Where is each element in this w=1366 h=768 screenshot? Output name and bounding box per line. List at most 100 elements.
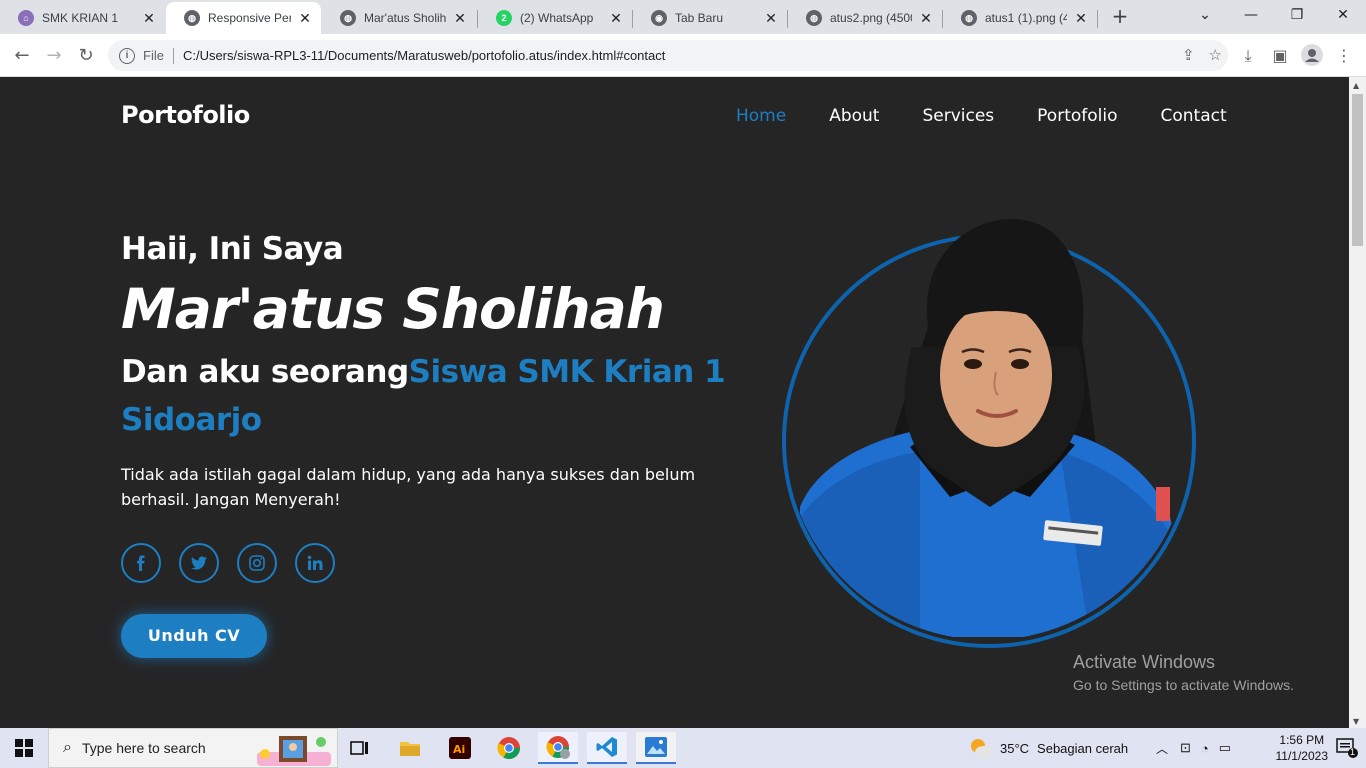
profile-avatar-icon[interactable] bbox=[1300, 44, 1324, 68]
tab-title: Mar'atus Sholiha bbox=[364, 11, 446, 25]
taskbar-search-box[interactable]: ⌕ Type here to search bbox=[48, 728, 338, 768]
instagram-link[interactable] bbox=[237, 543, 277, 583]
twitter-link[interactable] bbox=[179, 543, 219, 583]
restore-button[interactable]: ❐ bbox=[1274, 0, 1320, 32]
notification-center-button[interactable]: 1 bbox=[1336, 738, 1358, 758]
scroll-down-arrow-icon[interactable]: ▼ bbox=[1353, 717, 1359, 726]
nav-home[interactable]: Home bbox=[736, 106, 786, 126]
adobe-illustrator-icon: Ai bbox=[449, 737, 471, 759]
show-hidden-icons-icon[interactable]: ︿ bbox=[1156, 740, 1168, 757]
side-panel-icon[interactable]: ▣ bbox=[1268, 44, 1292, 68]
clock-date: 11/1/2023 bbox=[1275, 749, 1329, 763]
bookmark-star-icon[interactable]: ☆ bbox=[1209, 46, 1222, 64]
illustrator-button[interactable]: Ai bbox=[440, 732, 480, 764]
chrome-profile-icon bbox=[546, 736, 570, 759]
globe-icon: ◍ bbox=[184, 10, 200, 26]
close-icon[interactable]: ✕ bbox=[141, 10, 157, 27]
tab-maratus[interactable]: ◍ Mar'atus Sholiha ✕ bbox=[322, 2, 476, 34]
site-info-icon[interactable]: i bbox=[119, 47, 135, 64]
divider bbox=[172, 47, 174, 64]
vscode-button[interactable] bbox=[587, 732, 627, 764]
menu-kebab-icon[interactable]: ⋮ bbox=[1332, 44, 1356, 68]
clock-time: 1:56 PM bbox=[1279, 733, 1325, 747]
tab-search-button[interactable]: ⌄ bbox=[1182, 0, 1228, 32]
close-icon[interactable]: ✕ bbox=[608, 10, 624, 27]
tab-responsive-personal[interactable]: ◍ Responsive Pers ✕ bbox=[166, 2, 321, 34]
tab-title: Responsive Pers bbox=[208, 11, 291, 25]
chrome-profile-button[interactable] bbox=[538, 732, 578, 764]
forward-button[interactable]: → bbox=[40, 42, 68, 70]
back-button[interactable]: ← bbox=[8, 42, 36, 70]
tab-whatsapp[interactable]: 2 (2) WhatsApp ✕ bbox=[478, 2, 632, 34]
reload-button[interactable]: ↻ bbox=[72, 42, 100, 70]
nav-services[interactable]: Services bbox=[922, 106, 994, 126]
tab-smk-krian[interactable]: ⌂ SMK KRIAN 1 ✕ bbox=[0, 2, 165, 34]
taskbar-clock[interactable]: 1:56 PM 11/1/2023 bbox=[1276, 732, 1329, 764]
profile-photo bbox=[800, 218, 1180, 637]
scroll-thumb[interactable] bbox=[1352, 94, 1363, 246]
nav-contact[interactable]: Contact bbox=[1161, 106, 1227, 126]
globe-icon: ◍ bbox=[806, 10, 822, 26]
linkedin-link[interactable] bbox=[295, 543, 335, 583]
tab-title: atus1 (1).png (4! bbox=[985, 11, 1067, 25]
facebook-link[interactable] bbox=[121, 543, 161, 583]
close-window-button[interactable]: ✕ bbox=[1320, 0, 1366, 32]
address-bar[interactable]: i File C:/Users/siswa-RPL3-11/Documents/… bbox=[108, 40, 1228, 71]
network-icon[interactable]: ◔ bbox=[1201, 741, 1209, 756]
whatsapp-icon: 2 bbox=[496, 10, 512, 26]
search-placeholder: Type here to search bbox=[81, 740, 206, 756]
site-logo[interactable]: Portofolio bbox=[121, 101, 250, 129]
new-tab-button[interactable]: + bbox=[1108, 4, 1132, 28]
close-icon[interactable]: ✕ bbox=[918, 10, 934, 27]
minimize-button[interactable]: — bbox=[1228, 0, 1274, 32]
file-explorer-button[interactable] bbox=[390, 732, 430, 764]
tab-new-tab[interactable]: ◉ Tab Baru ✕ bbox=[633, 2, 787, 34]
meet-now-icon[interactable]: ⊡ bbox=[1180, 740, 1191, 756]
linkedin-icon bbox=[307, 555, 323, 570]
browser-toolbar: ← → ↻ i File C:/Users/siswa-RPL3-11/Docu… bbox=[0, 34, 1366, 77]
scroll-up-arrow-icon[interactable]: ▲ bbox=[1353, 81, 1359, 90]
facebook-icon bbox=[137, 555, 145, 571]
globe-icon: ◍ bbox=[340, 10, 356, 26]
tab-title: SMK KRIAN 1 bbox=[42, 11, 119, 25]
download-cv-button[interactable]: Unduh CV bbox=[121, 614, 267, 658]
tab-atus2-png[interactable]: ◍ atus2.png (4500 ✕ bbox=[788, 2, 942, 34]
windows-logo-icon bbox=[15, 739, 33, 757]
tab-atus1-png[interactable]: ◍ atus1 (1).png (4! ✕ bbox=[943, 2, 1097, 34]
chrome-button[interactable] bbox=[489, 732, 529, 764]
close-icon[interactable]: ✕ bbox=[452, 10, 468, 27]
hero-quote: Tidak ada istilah gagal dalam hidup, yan… bbox=[121, 465, 696, 509]
role-prefix: Dan aku seorang bbox=[121, 354, 409, 390]
nav-portofolio[interactable]: Portofolio bbox=[1037, 106, 1117, 126]
nav-about[interactable]: About bbox=[829, 106, 879, 126]
main-nav: Home About Services Portofolio Contact bbox=[736, 106, 1227, 126]
close-icon[interactable]: ✕ bbox=[1073, 10, 1089, 27]
weather-widget[interactable]: 35°C Sebagian cerah bbox=[968, 728, 1128, 768]
start-button[interactable] bbox=[0, 728, 48, 768]
notification-count: 1 bbox=[1349, 747, 1355, 757]
chrome-icon bbox=[497, 737, 520, 759]
tab-separator bbox=[1097, 10, 1098, 28]
hero-name: Mar'atus Sholihah bbox=[121, 277, 665, 341]
url-text[interactable]: C:/Users/siswa-RPL3-11/Documents/Maratus… bbox=[183, 48, 665, 63]
scheme-label: File bbox=[143, 48, 164, 63]
display-icon[interactable]: ▭ bbox=[1219, 740, 1231, 756]
folder-icon bbox=[400, 742, 420, 756]
close-icon[interactable]: ✕ bbox=[297, 10, 313, 27]
photos-button[interactable] bbox=[636, 732, 676, 764]
download-icon[interactable]: ⤓ bbox=[1236, 44, 1260, 68]
chrome-icon: ◉ bbox=[651, 10, 667, 26]
watermark-subtitle: Go to Settings to activate Windows. bbox=[1073, 677, 1294, 693]
watermark-title: Activate Windows bbox=[1073, 652, 1216, 672]
share-icon[interactable]: ⇪ bbox=[1182, 46, 1195, 64]
svg-text:Ai: Ai bbox=[453, 743, 465, 756]
windows-taskbar: ⌕ Type here to search Ai 35°C Sebagian c… bbox=[0, 728, 1366, 768]
weather-text: Sebagian cerah bbox=[1037, 740, 1129, 756]
activate-windows-watermark: Activate Windows Go to Settings to activ… bbox=[1073, 652, 1294, 693]
task-view-icon bbox=[350, 741, 368, 755]
weather-temp: 35°C bbox=[1000, 740, 1030, 756]
page-scrollbar[interactable]: ▲ ▼ bbox=[1349, 77, 1366, 728]
tab-title: (2) WhatsApp bbox=[520, 11, 594, 25]
task-view-button[interactable] bbox=[340, 732, 380, 764]
close-icon[interactable]: ✕ bbox=[763, 10, 779, 27]
